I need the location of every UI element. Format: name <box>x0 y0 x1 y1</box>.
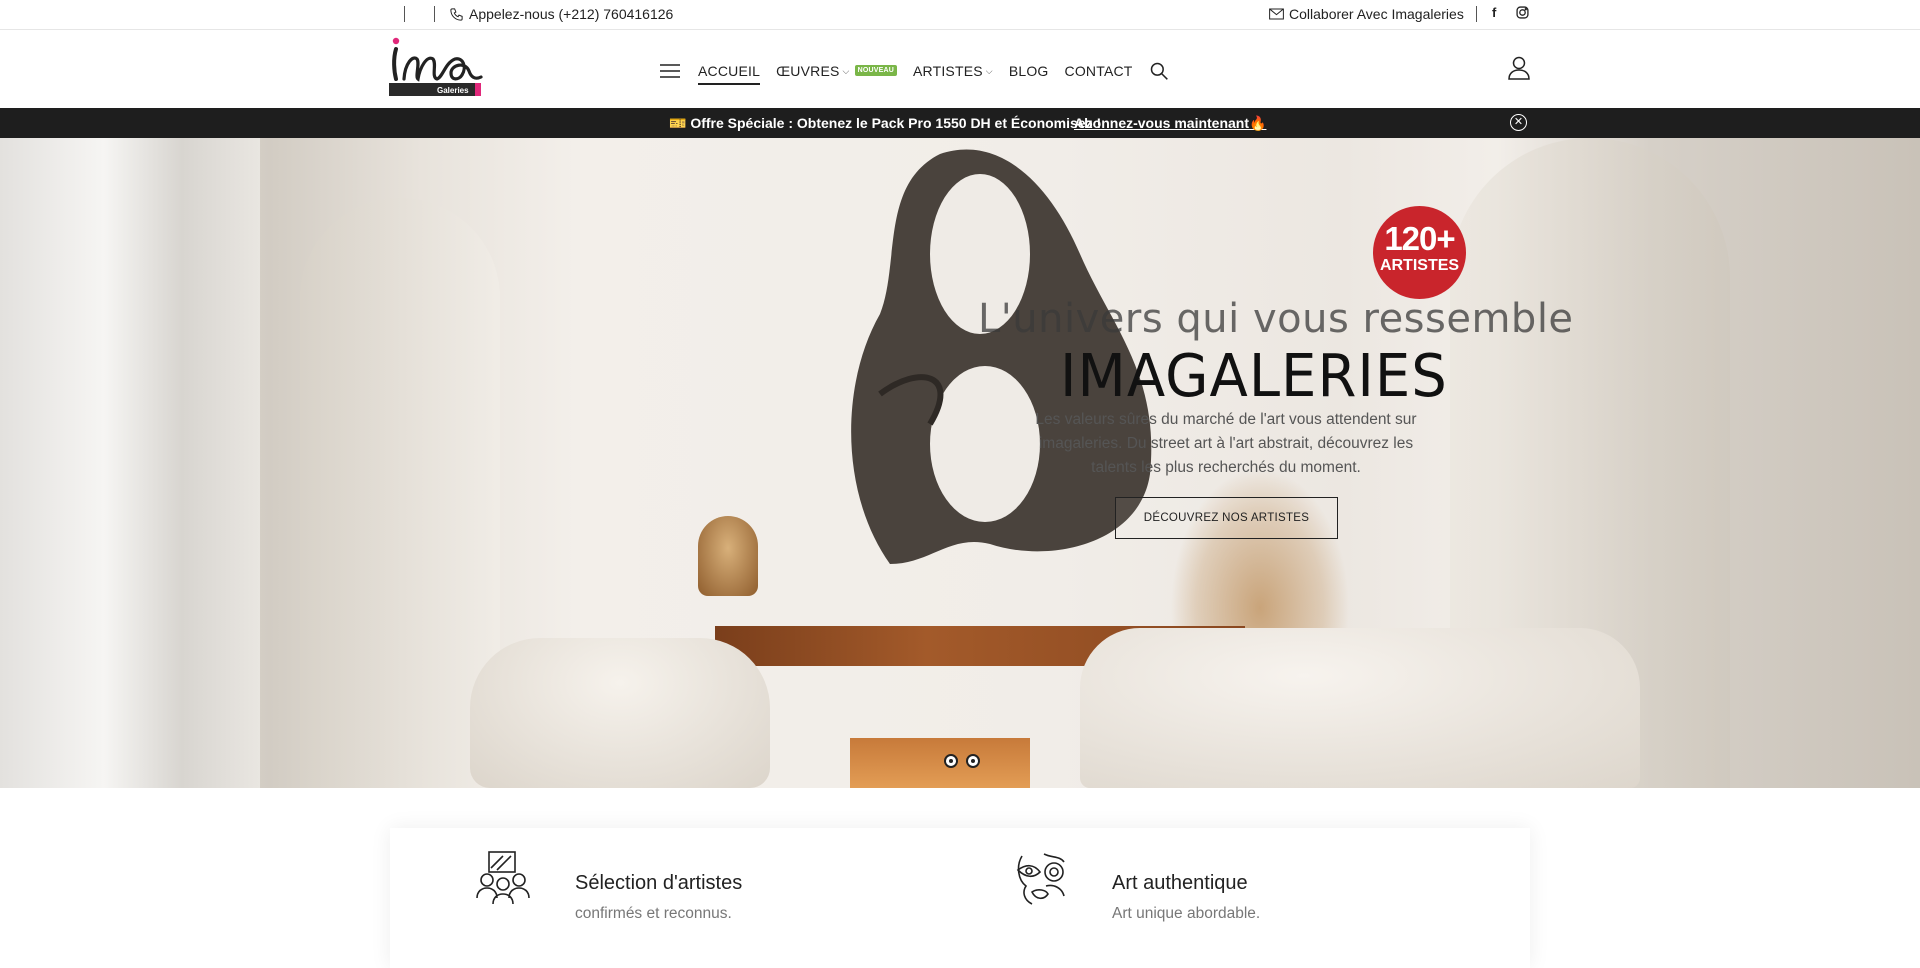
feature-subtitle: Art unique abordable. <box>1112 905 1261 922</box>
instagram-icon <box>1516 6 1529 19</box>
nav-artistes[interactable]: ARTISTES ⌵ <box>913 63 993 79</box>
hamburger-menu[interactable] <box>660 64 680 78</box>
nav-blog[interactable]: BLOG <box>1009 63 1049 79</box>
feature-title: Art authentique <box>1112 872 1248 894</box>
subscribe-link[interactable]: Abonnez-vous maintenant🔥 <box>1074 115 1266 132</box>
search-icon <box>1150 62 1168 80</box>
nav-oeuvres[interactable]: ŒUVRES ⌵ NOUVEAU <box>776 63 897 79</box>
slider-dot-2[interactable] <box>966 754 980 768</box>
phone-icon <box>450 7 463 21</box>
mail-icon <box>1269 8 1284 20</box>
logo[interactable]: Galeries <box>389 37 485 99</box>
search-button[interactable] <box>1149 61 1169 81</box>
hero-title: IMAGALERIES <box>1060 342 1448 411</box>
nav-accueil[interactable]: ACCUEIL <box>698 63 761 85</box>
feature-subtitle: confirmés et reconnus. <box>575 905 732 922</box>
collaborate-link[interactable]: Collaborer Avec Imagaleries <box>1269 6 1464 22</box>
menu-icon <box>660 64 680 78</box>
divider <box>1476 6 1477 22</box>
chevron-down-icon: ⌵ <box>985 65 993 76</box>
facebook-link[interactable]: f <box>1492 5 1496 20</box>
hero-description: Les valeurs sûres du marché de l'art vou… <box>1035 411 1417 476</box>
main-nav: ACCUEIL ŒUVRES ⌵ NOUVEAU ARTISTES ⌵ BLOG… <box>660 57 1169 85</box>
art-face-icon <box>1016 853 1065 905</box>
hero-table-image <box>850 738 1030 788</box>
hero-lamp-image <box>698 516 758 596</box>
new-badge: NOUVEAU <box>854 64 897 76</box>
features-section: Sélection d'artistes confirmés et reconn… <box>390 828 1530 968</box>
instagram-link[interactable] <box>1516 6 1529 22</box>
artists-icon <box>476 851 530 905</box>
promo-bar: 🎫 Offre Spéciale : Obtenez le Pack Pro 1… <box>0 108 1920 138</box>
badge-number: 120+ <box>1384 220 1455 257</box>
collaborate-text: Collaborer Avec Imagaleries <box>1289 6 1464 22</box>
logo-mark: Galeries <box>389 37 483 96</box>
divider <box>404 6 405 22</box>
nav-contact[interactable]: CONTACT <box>1065 63 1133 79</box>
hero-tagline: L'univers qui vous ressemble <box>978 296 1574 342</box>
account-button[interactable] <box>1508 56 1530 85</box>
close-icon[interactable]: ✕ <box>1510 114 1527 131</box>
slider-dot-1[interactable] <box>944 754 958 768</box>
nav-label: ARTISTES <box>912 63 983 79</box>
logo-sub-text: Galeries <box>437 86 469 95</box>
hero-slider: 120+ ARTISTES L'univers qui vous ressemb… <box>0 138 1920 788</box>
chevron-down-icon: ⌵ <box>842 65 850 76</box>
badge-label: ARTISTES <box>1379 257 1460 274</box>
nav-label: CONTACT <box>1064 63 1133 79</box>
hero-sofa-image <box>1080 628 1640 788</box>
slider-dots <box>944 754 980 768</box>
top-bar: Appelez-nous (+212) 760416126 Collaborer… <box>0 0 1920 30</box>
divider <box>434 6 435 22</box>
nav-label: ŒUVRES <box>776 63 840 79</box>
phone-text: Appelez-nous (+212) 760416126 <box>469 6 674 22</box>
site-header: Galeries ACCUEIL ŒUVRES ⌵ NOUVEAU ARTIST… <box>0 31 1920 107</box>
hero-armchair-image <box>470 638 770 788</box>
feature-title: Sélection d'artistes <box>575 872 743 894</box>
promo-text: 🎫 Offre Spéciale : Obtenez le Pack Pro 1… <box>669 115 1102 131</box>
artists-count-badge: 120+ ARTISTES <box>1373 206 1466 299</box>
discover-artists-button[interactable]: DÉCOUVREZ NOS ARTISTES <box>1115 497 1338 539</box>
user-icon <box>1508 56 1530 80</box>
nav-label: BLOG <box>1008 63 1049 79</box>
facebook-icon: f <box>1492 5 1497 20</box>
hero-window-bg <box>0 138 260 788</box>
phone-link[interactable]: Appelez-nous (+212) 760416126 <box>449 6 673 22</box>
nav-label: ACCUEIL <box>698 63 761 79</box>
